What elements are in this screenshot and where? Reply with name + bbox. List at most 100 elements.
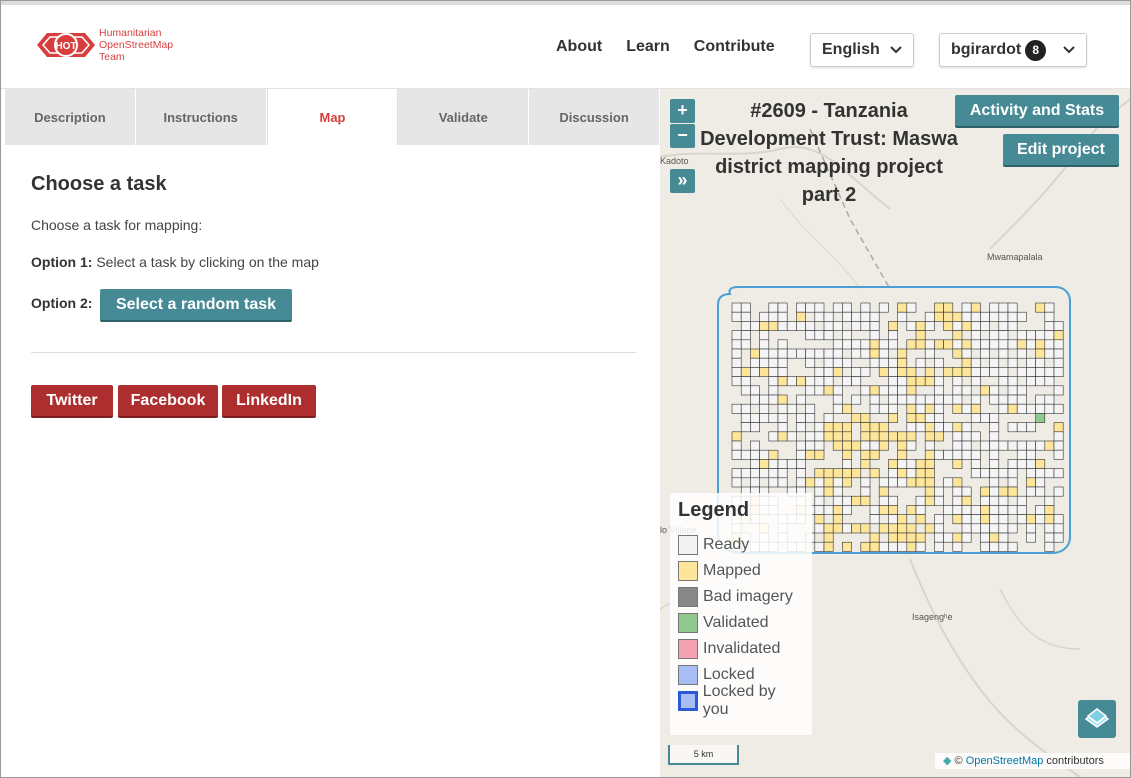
task-cell[interactable] — [1007, 440, 1018, 451]
task-cell[interactable] — [952, 403, 963, 414]
zoom-in-button[interactable]: + — [670, 99, 695, 123]
task-cell[interactable] — [943, 532, 954, 543]
task-cell[interactable] — [878, 431, 889, 442]
task-cell[interactable] — [961, 532, 972, 543]
task-cell[interactable] — [1007, 403, 1018, 414]
task-cell[interactable] — [869, 541, 880, 552]
task-cell[interactable] — [952, 348, 963, 359]
task-cell[interactable] — [915, 459, 926, 469]
task-cell[interactable] — [961, 514, 972, 525]
tab-validate[interactable]: Validate — [398, 89, 530, 145]
task-cell[interactable] — [796, 440, 806, 451]
task-cell[interactable] — [998, 468, 1009, 479]
task-cell[interactable] — [1053, 468, 1064, 479]
task-cell[interactable] — [731, 403, 742, 414]
task-cell[interactable] — [832, 394, 843, 405]
task-cell[interactable] — [906, 403, 917, 414]
task-cell[interactable] — [961, 431, 972, 442]
task-cell[interactable] — [888, 367, 898, 377]
task-cell[interactable] — [934, 422, 944, 433]
task-cell[interactable] — [943, 394, 954, 405]
task-cell[interactable] — [934, 385, 944, 396]
task-cell[interactable] — [970, 523, 981, 534]
task-cell[interactable] — [869, 385, 880, 396]
task-cell[interactable] — [998, 440, 1009, 451]
task-cell[interactable] — [998, 514, 1009, 525]
task-cell[interactable] — [860, 311, 871, 322]
task-cell[interactable] — [915, 321, 926, 331]
task-cell[interactable] — [1016, 505, 1027, 515]
task-cell[interactable] — [832, 523, 843, 534]
task-cell[interactable] — [740, 403, 751, 414]
task-cell[interactable] — [750, 449, 760, 460]
task-cell[interactable] — [934, 376, 944, 387]
task-cell[interactable] — [897, 459, 908, 469]
task-cell[interactable] — [998, 339, 1009, 350]
task-cell[interactable] — [906, 367, 917, 377]
task-cell[interactable] — [823, 431, 834, 442]
nav-about[interactable]: About — [556, 38, 602, 56]
task-cell[interactable] — [1007, 376, 1018, 387]
task-cell[interactable] — [1053, 348, 1064, 359]
task-cell[interactable] — [1035, 394, 1046, 405]
task-cell[interactable] — [832, 348, 843, 359]
user-menu-dropdown[interactable]: bgirardot 8 — [939, 33, 1087, 67]
task-cell[interactable] — [1053, 367, 1064, 377]
task-cell[interactable] — [924, 348, 935, 359]
task-cell[interactable] — [980, 348, 990, 359]
task-cell[interactable] — [869, 449, 880, 460]
task-cell[interactable] — [952, 376, 963, 387]
task-cell[interactable] — [1035, 339, 1046, 350]
task-cell[interactable] — [1044, 339, 1055, 350]
task-cell[interactable] — [1007, 357, 1018, 368]
task-cell[interactable] — [943, 367, 954, 377]
task-cell[interactable] — [777, 367, 788, 377]
task-cell[interactable] — [1007, 422, 1018, 433]
task-cell[interactable] — [768, 376, 779, 387]
task-cell[interactable] — [740, 413, 751, 423]
task-cell[interactable] — [832, 385, 843, 396]
task-cell[interactable] — [740, 321, 751, 331]
task-cell[interactable] — [731, 376, 742, 387]
task-cell[interactable] — [796, 449, 806, 460]
task-cell[interactable] — [1035, 440, 1046, 451]
task-cell[interactable] — [1016, 311, 1027, 322]
task-cell[interactable] — [842, 403, 852, 414]
task-cell[interactable] — [970, 468, 981, 479]
task-cell[interactable] — [869, 403, 880, 414]
task-cell[interactable] — [740, 376, 751, 387]
task-cell[interactable] — [989, 477, 1000, 488]
task-cell[interactable] — [832, 339, 843, 350]
task-cell[interactable] — [998, 330, 1009, 341]
task-cell[interactable] — [1007, 394, 1018, 405]
task-cell[interactable] — [952, 339, 963, 350]
task-cell[interactable] — [1026, 422, 1036, 433]
task-cell[interactable] — [878, 541, 889, 552]
task-cell[interactable] — [1016, 459, 1027, 469]
task-cell[interactable] — [998, 505, 1009, 515]
task-cell[interactable] — [961, 302, 972, 313]
task-cell[interactable] — [823, 523, 834, 534]
task-cell[interactable] — [1044, 321, 1055, 331]
task-cell[interactable] — [1044, 440, 1055, 451]
task-cell[interactable] — [869, 330, 880, 341]
task-cell[interactable] — [1007, 339, 1018, 350]
task-cell[interactable] — [1026, 523, 1036, 534]
task-cell[interactable] — [1016, 440, 1027, 451]
task-cell[interactable] — [897, 302, 908, 313]
task-cell[interactable] — [851, 339, 862, 350]
task-cell[interactable] — [934, 486, 944, 497]
zoom-out-button[interactable]: − — [670, 124, 695, 148]
task-cell[interactable] — [731, 367, 742, 377]
task-cell[interactable] — [915, 541, 926, 552]
task-cell[interactable] — [768, 321, 779, 331]
task-cell[interactable] — [906, 468, 917, 479]
task-cell[interactable] — [980, 514, 990, 525]
task-cell[interactable] — [952, 514, 963, 525]
task-cell[interactable] — [906, 459, 917, 469]
task-cell[interactable] — [823, 367, 834, 377]
task-cell[interactable] — [1026, 468, 1036, 479]
task-cell[interactable] — [980, 523, 990, 534]
task-cell[interactable] — [814, 367, 825, 377]
task-cell[interactable] — [1007, 468, 1018, 479]
